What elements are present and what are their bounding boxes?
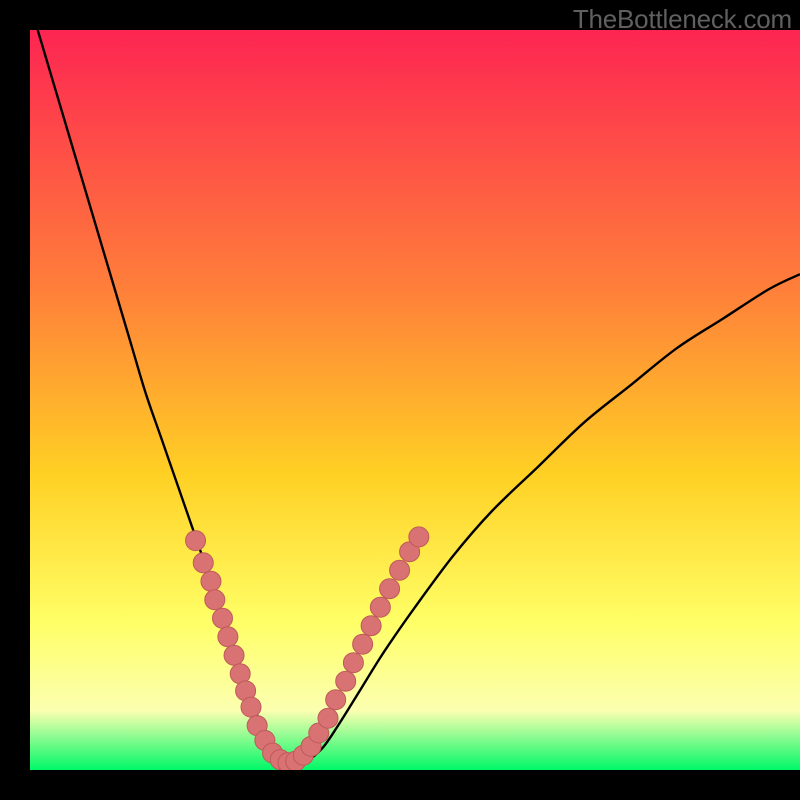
data-marker (380, 579, 400, 599)
data-marker (205, 590, 225, 610)
data-marker (326, 690, 346, 710)
data-marker (370, 597, 390, 617)
data-marker (409, 527, 429, 547)
chart-frame: TheBottleneck.com (0, 0, 800, 800)
data-marker (201, 571, 221, 591)
data-marker (390, 560, 410, 580)
data-marker (224, 645, 244, 665)
data-marker (241, 697, 261, 717)
plot-area (30, 30, 800, 770)
chart-svg (30, 30, 800, 770)
data-marker (353, 634, 373, 654)
data-marker (186, 531, 206, 551)
data-marker (193, 553, 213, 573)
data-marker (343, 653, 363, 673)
data-marker (218, 627, 238, 647)
data-marker (361, 616, 381, 636)
data-marker (318, 708, 338, 728)
gradient-background (30, 30, 800, 770)
data-marker (213, 608, 233, 628)
data-marker (336, 671, 356, 691)
